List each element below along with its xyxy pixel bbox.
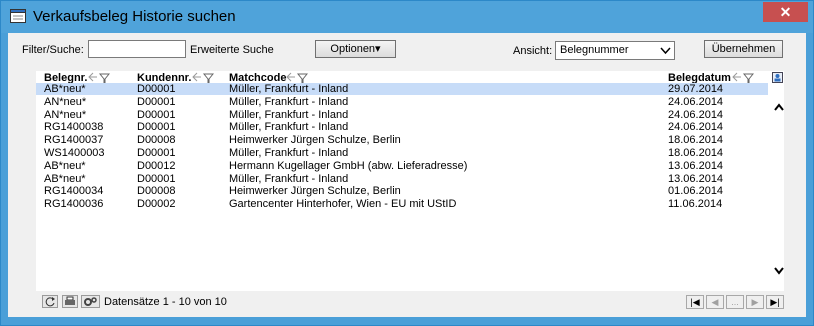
cell-kundennr: D00012 <box>137 159 176 172</box>
page-ellipsis-button[interactable]: ... <box>726 295 744 309</box>
cell-belegnr: AN*neu* <box>44 108 87 121</box>
table-row[interactable]: WS1400003 D00001 Müller, Frankfurt - Inlan… <box>36 147 768 159</box>
window-title: Verkaufsbeleg Historie suchen <box>33 8 236 25</box>
cell-belegdatum: 13.06.2014 <box>668 172 724 185</box>
first-page-button[interactable]: |◀ <box>686 295 704 309</box>
cell-matchcode: Heimwerker Jürgen Schulze, Berlin <box>229 134 401 147</box>
scroll-down-icon[interactable] <box>774 267 784 275</box>
cell-belegnr: AN*neu* <box>44 95 87 108</box>
table-row[interactable]: RG1400038 D00001 Müller, Frankfurt - Inlan… <box>36 121 768 133</box>
cell-belegnr: RG1400038 <box>44 121 104 134</box>
app-icon <box>10 9 26 23</box>
close-button[interactable]: ✕ <box>763 2 808 22</box>
cell-kundennr: D00008 <box>137 134 176 147</box>
view-select-value: Belegnummer <box>560 44 629 56</box>
cell-belegnr: RG1400034 <box>44 185 104 198</box>
cell-matchcode: Gartencenter Hinterhofer, Wien - EU mit … <box>229 198 457 211</box>
table-row[interactable]: AB*neu* D00001 Müller, Frankfurt - Inland 1… <box>36 173 768 185</box>
cell-kundennr: D00001 <box>137 83 176 95</box>
settings-icon[interactable] <box>81 295 100 308</box>
advanced-search-link[interactable]: Erweiterte Suche <box>190 44 274 56</box>
table-row[interactable]: AB*neu* D00012 Hermann Kugellager GmbH (ab… <box>36 160 768 172</box>
cell-belegdatum: 24.06.2014 <box>668 108 724 121</box>
view-label: Ansicht: <box>513 45 553 57</box>
cell-belegnr: RG1400037 <box>44 134 104 147</box>
dialog-content: Filter/Suche: Erweiterte Suche Optionen▾… <box>8 33 806 317</box>
cell-belegdatum: 29.07.2014 <box>668 83 724 95</box>
cell-matchcode: Müller, Frankfurt - Inland <box>229 147 349 159</box>
dialog-window: Verkaufsbeleg Historie suchen ✕ Filter/S… <box>0 0 814 326</box>
cell-matchcode: Müller, Frankfurt - Inland <box>229 108 349 121</box>
table-row[interactable]: RG1400034 D00008 Heimwerker Jürgen Schulze… <box>36 185 768 197</box>
cell-belegnr: RG1400036 <box>44 198 104 211</box>
cell-kundennr: D00001 <box>137 108 176 121</box>
cell-matchcode: Hermann Kugellager GmbH (abw. Lieferadre… <box>229 159 468 172</box>
table-row[interactable]: RG1400036 D00002 Gartencenter Hinterhofer,… <box>36 198 768 210</box>
scroll-up-icon[interactable] <box>774 103 784 111</box>
filter-search-input[interactable] <box>88 40 186 58</box>
title-bar[interactable]: Verkaufsbeleg Historie suchen ✕ <box>1 1 813 33</box>
table-row[interactable]: AB*neu* D00001 Müller, Frankfurt - Inland 2… <box>36 83 768 95</box>
cell-belegnr: AB*neu* <box>44 172 86 185</box>
cell-belegdatum: 01.06.2014 <box>668 185 724 198</box>
table-row[interactable]: RG1400037 D00008 Heimwerker Jürgen Schulze… <box>36 134 768 146</box>
cell-belegdatum: 18.06.2014 <box>668 134 724 147</box>
cell-kundennr: D00001 <box>137 95 176 108</box>
cell-kundennr: D00001 <box>137 172 176 185</box>
cell-matchcode: Heimwerker Jürgen Schulze, Berlin <box>229 185 401 198</box>
cell-matchcode: Müller, Frankfurt - Inland <box>229 121 349 134</box>
options-button[interactable]: Optionen▾ <box>315 40 396 58</box>
cell-kundennr: D00001 <box>137 121 176 134</box>
table-row[interactable]: AN*neu* D00001 Müller, Frankfurt - Inland 2… <box>36 109 768 121</box>
filter-label: Filter/Suche: <box>22 44 84 56</box>
cell-matchcode: Müller, Frankfurt - Inland <box>229 95 349 108</box>
cell-belegdatum: 24.06.2014 <box>668 95 724 108</box>
cell-matchcode: Müller, Frankfurt - Inland <box>229 83 349 95</box>
table-row[interactable]: AN*neu* D00001 Müller, Frankfurt - Inland 2… <box>36 96 768 108</box>
last-page-button[interactable]: ▶| <box>766 295 784 309</box>
record-count: Datensätze 1 - 10 von 10 <box>104 296 227 308</box>
cell-kundennr: D00001 <box>137 147 176 159</box>
cell-belegdatum: 11.06.2014 <box>668 198 723 211</box>
cell-belegnr: AB*neu* <box>44 159 86 172</box>
results-table: Belegnr. Kundennr. Matchcode Belegdatum <box>36 71 784 291</box>
cell-belegnr: WS1400003 <box>44 147 105 159</box>
cell-kundennr: D00002 <box>137 198 176 211</box>
apply-button[interactable]: Übernehmen <box>704 40 783 58</box>
chevron-down-icon <box>660 47 671 55</box>
search-toolbar: Filter/Suche: Erweiterte Suche Optionen▾… <box>8 33 806 63</box>
print-icon[interactable] <box>62 295 78 308</box>
prev-page-button[interactable]: ◀ <box>706 295 724 309</box>
cell-belegdatum: 24.06.2014 <box>668 121 724 134</box>
cell-kundennr: D00008 <box>137 185 176 198</box>
view-select[interactable]: Belegnummer <box>555 41 675 60</box>
column-chooser-icon[interactable] <box>772 72 783 83</box>
cell-belegdatum: 18.06.2014 <box>668 147 724 159</box>
cell-matchcode: Müller, Frankfurt - Inland <box>229 172 349 185</box>
cell-belegdatum: 13.06.2014 <box>668 159 724 172</box>
next-page-button[interactable]: ▶ <box>746 295 764 309</box>
refresh-icon[interactable] <box>42 295 58 308</box>
cell-belegnr: AB*neu* <box>44 83 86 95</box>
